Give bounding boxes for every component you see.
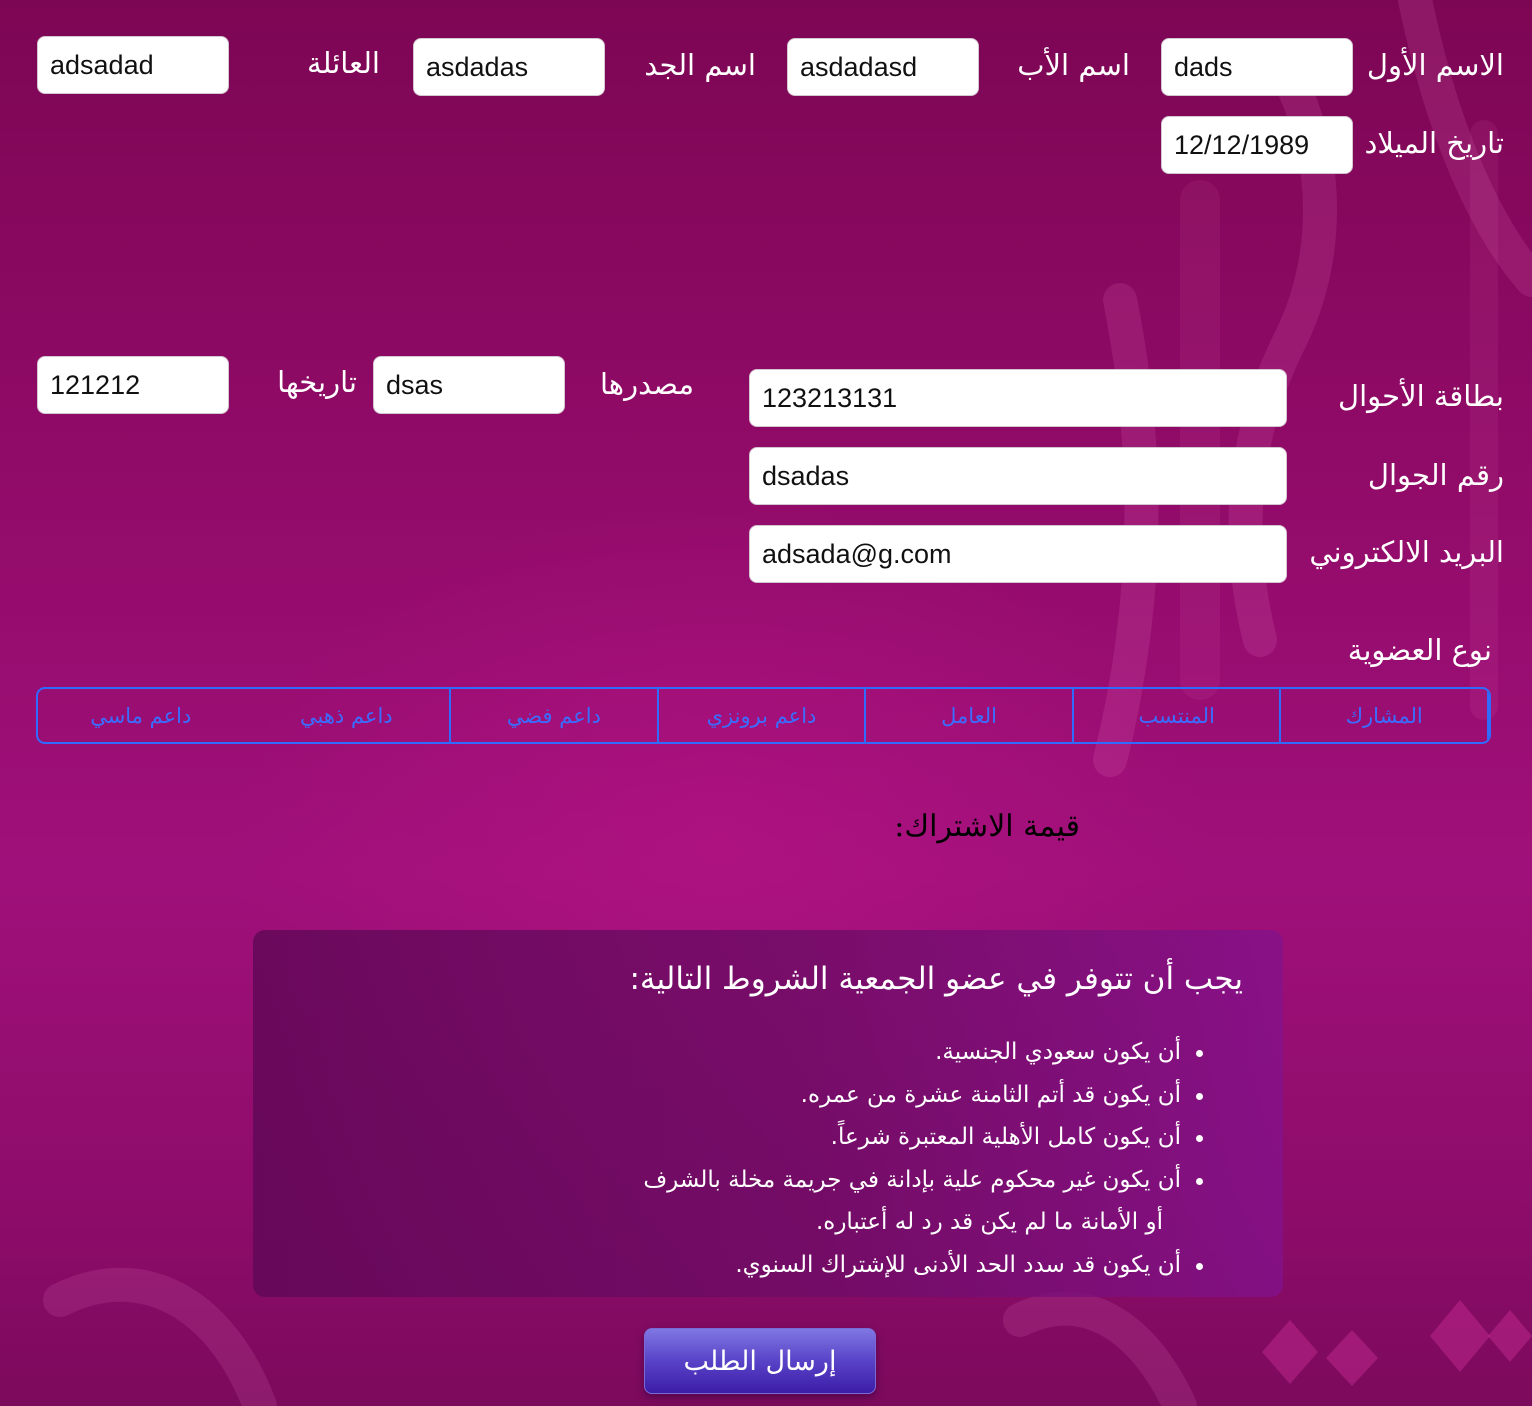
membership-option-silver-supporter[interactable]: داعم فضي <box>451 689 659 742</box>
id-date-input[interactable] <box>37 356 229 414</box>
grandfather-name-label: اسم الجد <box>644 48 756 82</box>
submit-request-button[interactable]: إرسال الطلب <box>644 1328 876 1394</box>
birthdate-label: تاريخ الميلاد <box>1364 126 1504 160</box>
mobile-label: رقم الجوال <box>1367 458 1504 492</box>
id-source-input[interactable] <box>373 356 565 414</box>
email-input[interactable] <box>749 525 1287 583</box>
father-name-input[interactable] <box>787 38 979 96</box>
father-name-label: اسم الأب <box>1017 48 1130 82</box>
membership-conditions-panel: يجب أن تتوفر في عضو الجمعية الشروط التال… <box>253 930 1283 1297</box>
family-name-input[interactable] <box>37 36 229 94</box>
id-source-label: مصدرها <box>599 367 694 401</box>
id-date-label: تاريخها <box>277 365 357 399</box>
grandfather-name-input[interactable] <box>413 38 605 96</box>
condition-item: أن يكون سعودي الجنسية. <box>283 1031 1203 1074</box>
conditions-list: أن يكون سعودي الجنسية. أن يكون قد أتم ال… <box>283 1031 1243 1286</box>
condition-item: أن يكون قد أتم الثامنة عشرة من عمره. <box>283 1074 1203 1117</box>
membership-type-segmented-control: المشارك المنتسب العامل داعم برونزي داعم … <box>36 687 1491 744</box>
membership-option-bronze-supporter[interactable]: داعم برونزي <box>659 689 867 742</box>
membership-option-affiliate[interactable]: المنتسب <box>1074 689 1282 742</box>
condition-item-continuation: أو الأمانة ما لم يكن قد رد له أعتباره. <box>815 1209 1163 1236</box>
membership-option-diamond-supporter[interactable]: داعم ماسي <box>38 689 244 742</box>
subscription-value-label: قيمة الاشتراك: <box>894 809 1080 844</box>
conditions-title: يجب أن تتوفر في عضو الجمعية الشروط التال… <box>629 961 1243 997</box>
membership-option-active[interactable]: العامل <box>866 689 1074 742</box>
id-card-input[interactable] <box>749 369 1287 427</box>
first-name-label: الاسم الأول <box>1366 48 1504 82</box>
condition-item-line: أن يكون غير محكوم علية بإدانة في جريمة م… <box>643 1166 1181 1193</box>
mobile-input[interactable] <box>749 447 1287 505</box>
membership-option-gold-supporter[interactable]: داعم ذهبي <box>244 689 452 742</box>
id-card-label: بطاقة الأحوال <box>1338 379 1504 413</box>
birthdate-input[interactable] <box>1161 116 1353 174</box>
membership-option-participant[interactable]: المشارك <box>1281 689 1489 742</box>
condition-item: أن يكون كامل الأهلية المعتبرة شرعاً. <box>283 1116 1203 1159</box>
condition-item: أن يكون قد سدد الحد الأدنى للإشتراك السن… <box>283 1244 1203 1287</box>
first-name-input[interactable] <box>1161 38 1353 96</box>
condition-item: أن يكون غير محكوم علية بإدانة في جريمة م… <box>283 1159 1203 1244</box>
email-label: البريد الالكتروني <box>1309 535 1504 569</box>
membership-type-label: نوع العضوية <box>1347 633 1492 667</box>
family-name-label: العائلة <box>307 46 380 80</box>
